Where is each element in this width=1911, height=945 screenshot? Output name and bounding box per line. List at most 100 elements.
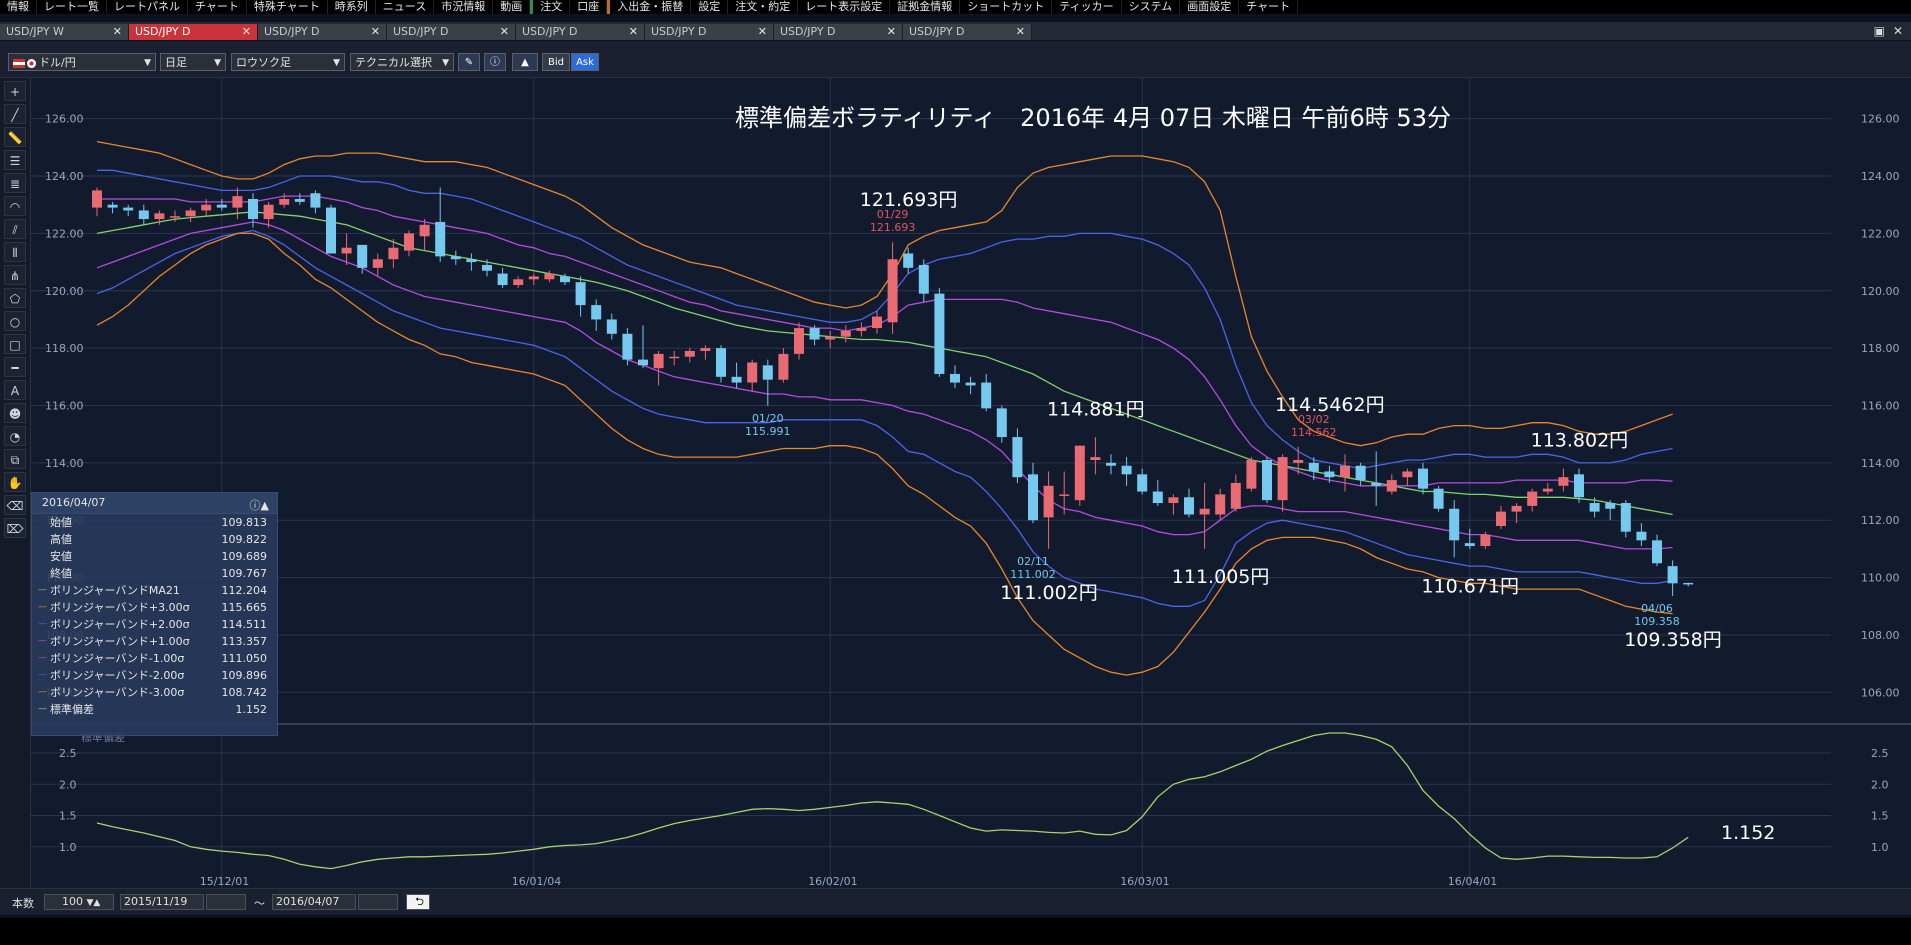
series-swatch: —: [38, 636, 47, 646]
candle-body: [341, 247, 352, 254]
menu-item[interactable]: レート表示設定: [798, 0, 891, 14]
crosshair-icon[interactable]: +: [4, 81, 26, 101]
fibonacci-icon[interactable]: ≣: [4, 173, 26, 193]
menu-item[interactable]: 入出金・振替: [607, 0, 692, 14]
menu-item[interactable]: 動画: [493, 0, 531, 14]
erase-all-icon[interactable]: ⌦: [4, 518, 26, 538]
tab-close-icon[interactable]: ✕: [887, 24, 896, 40]
info-icon[interactable]: ⓘ: [484, 53, 506, 71]
price-tick-right: 120.00: [1861, 285, 1900, 298]
tab-close-icon[interactable]: ✕: [629, 24, 638, 40]
menu-item[interactable]: ショートカット: [960, 0, 1053, 14]
tab-chart[interactable]: USD/JPY D ✕: [387, 24, 516, 40]
data-window-value: 111.050: [221, 652, 268, 665]
vertical-lines-icon[interactable]: ⦀: [4, 242, 26, 262]
candle-body: [1121, 465, 1132, 475]
tab-chart[interactable]: USD/JPY D ✕: [258, 24, 387, 40]
menu-item[interactable]: 画面設定: [1180, 0, 1240, 14]
start-time-field[interactable]: [206, 894, 246, 910]
menu-item[interactable]: 設定: [691, 0, 729, 14]
count-select[interactable]: 100 ▼▲: [44, 894, 114, 910]
horizontal-line-icon[interactable]: ━: [4, 357, 26, 377]
tab-close-icon[interactable]: ✕: [113, 24, 122, 40]
menu-item[interactable]: システム: [1122, 0, 1181, 14]
circle-icon[interactable]: ○: [4, 311, 26, 331]
candle-body: [419, 224, 430, 237]
return-icon[interactable]: ⮌: [406, 894, 430, 910]
menu-item[interactable]: 証拠金情報: [890, 0, 961, 14]
ruler-icon[interactable]: 📏: [4, 127, 26, 147]
data-window-row: — 標準偏差 1.152: [32, 701, 277, 718]
candle-body: [1558, 477, 1569, 486]
menu-item[interactable]: 時系列: [328, 0, 376, 14]
end-date-field[interactable]: 2016/04/07: [272, 894, 356, 910]
menu-item[interactable]: 特殊チャート: [247, 0, 328, 14]
tab-chart[interactable]: USD/JPY W ✕: [0, 24, 129, 40]
range-bar: 本数 100 ▼▲ 2015/11/19 〜 2016/04/07 ⮌: [0, 888, 1911, 915]
trendline-icon[interactable]: ╱: [4, 104, 26, 124]
text-icon[interactable]: A: [4, 380, 26, 400]
info-toggle-icon[interactable]: ⓘ▲: [250, 496, 269, 516]
menu-item[interactable]: 市況情報: [434, 0, 494, 14]
data-window[interactable]: 2016/04/07 ⓘ▲ 始値 109.813 高値 109.822 安値 109.68…: [31, 492, 278, 736]
period-select[interactable]: 日足 ▼: [160, 53, 226, 71]
chart-svg[interactable]: 126.00 126.00 124.00 124.00 122.00 122.00 120.…: [31, 78, 1911, 888]
pitchfork-icon[interactable]: ⋔: [4, 265, 26, 285]
tab-close-icon[interactable]: ✕: [1016, 24, 1025, 40]
tab-chart[interactable]: USD/JPY D ✕: [903, 24, 1032, 40]
data-window-row: — ボリンジャーバンド-2.00σ 109.896: [32, 667, 277, 684]
pentagon-icon[interactable]: ⬠: [4, 288, 26, 308]
tab-chart[interactable]: USD/JPY D ✕: [774, 24, 903, 40]
menu-item[interactable]: チャート: [188, 0, 247, 14]
tab-close-icon[interactable]: ✕: [371, 24, 380, 40]
copy-icon[interactable]: ⧉: [4, 449, 26, 469]
start-date-field[interactable]: 2015/11/19: [120, 894, 204, 910]
menu-item[interactable]: ニュース: [376, 0, 435, 14]
pen-icon[interactable]: ✎: [458, 53, 480, 71]
tab-close-icon[interactable]: ✕: [500, 24, 509, 40]
bid-button[interactable]: Bid: [542, 53, 570, 71]
stamp-icon[interactable]: ☻: [4, 403, 26, 423]
drawing-tools: + ╱ 📏 ☰ ≣ ◠ ⫽ ⦀ ⋔ ⬠ ○ □ ━ A ☻ ◔ ⧉ ✋ ⌫ ⌦: [0, 78, 31, 888]
menu-item[interactable]: 注文・約定: [728, 0, 799, 14]
tab-close-icon[interactable]: ✕: [758, 24, 767, 40]
rectangle-icon[interactable]: □: [4, 334, 26, 354]
arc-icon[interactable]: ◠: [4, 196, 26, 216]
menu-item[interactable]: 口座: [570, 0, 608, 14]
technical-select[interactable]: テクニカル選択 ▼: [350, 53, 454, 71]
menu-item[interactable]: レートパネル: [107, 0, 188, 14]
menu-item[interactable]: 情報: [0, 0, 37, 14]
menu-item[interactable]: レート一覧: [37, 0, 107, 14]
maximize-icon[interactable]: ▣: [1874, 24, 1885, 38]
currency-select[interactable]: ドル/円 ▼: [8, 53, 156, 71]
ask-button[interactable]: Ask: [571, 53, 599, 71]
tab-chart[interactable]: USD/JPY D ✕: [129, 24, 258, 40]
candle-body: [138, 210, 149, 220]
tab-chart[interactable]: USD/JPY D ✕: [516, 24, 645, 40]
close-icon[interactable]: ✕: [1893, 24, 1903, 38]
tab-label: USD/JPY D: [393, 25, 449, 38]
channel-icon[interactable]: ⫽: [4, 219, 26, 239]
eraser-icon[interactable]: ⌫: [4, 495, 26, 515]
data-window-label: 終値: [50, 567, 72, 580]
menu-item[interactable]: チャート: [1239, 0, 1299, 14]
candle-body: [1511, 505, 1522, 512]
chart-type-select[interactable]: ロウソク足 ▼: [231, 53, 345, 71]
jp-flag-icon: [27, 58, 36, 68]
candle-body: [201, 204, 212, 211]
candle-body: [934, 293, 945, 374]
menu-item[interactable]: 注文: [530, 0, 571, 14]
candle-body: [903, 253, 914, 268]
chart-area[interactable]: 126.00 126.00 124.00 124.00 122.00 122.00 120.…: [31, 78, 1911, 888]
hand-icon[interactable]: ✋: [4, 472, 26, 492]
object-list-icon[interactable]: ◔: [4, 426, 26, 446]
tab-close-icon[interactable]: ✕: [242, 24, 251, 40]
tab-chart[interactable]: USD/JPY D ✕: [645, 24, 774, 40]
end-time-field[interactable]: [358, 894, 398, 910]
price-tick-right: 114.00: [1861, 457, 1900, 470]
horizontal-lines-icon[interactable]: ☰: [4, 150, 26, 170]
menu-item[interactable]: ティッカー: [1052, 0, 1122, 14]
technical-label: テクニカル選択: [355, 56, 432, 69]
price-tick-right: 118.00: [1861, 342, 1900, 355]
mountain-chart-icon[interactable]: ▲: [512, 53, 538, 71]
